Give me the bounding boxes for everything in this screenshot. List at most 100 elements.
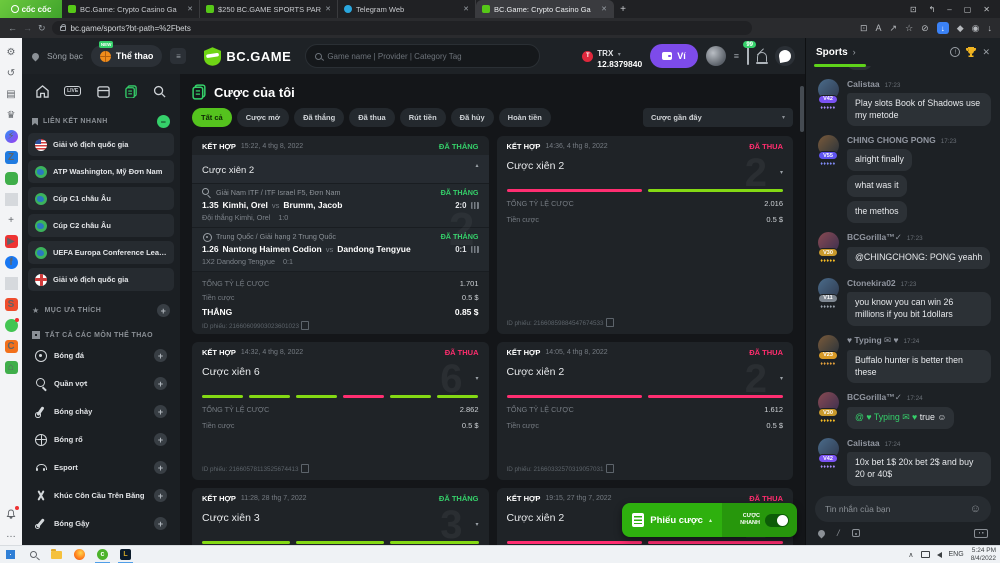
bookmark-star-icon[interactable]: ☆ — [905, 23, 913, 34]
filter-pill[interactable]: Hoàn tiền — [499, 108, 551, 127]
shopee-icon[interactable]: S — [5, 298, 18, 311]
window-maximize-button[interactable]: ▢ — [964, 5, 972, 14]
sport-item[interactable]: Bóng chày + — [28, 400, 174, 423]
chat-username[interactable]: Calistaa — [847, 438, 880, 448]
bet-leg[interactable]: Giải Nam ITF / ITF Israel F5, Đơn Nam ĐÃ… — [192, 184, 489, 228]
game-search[interactable] — [305, 44, 540, 68]
adblock-shield-icon[interactable]: ⊘ — [921, 23, 929, 34]
back-icon[interactable]: ← — [8, 23, 17, 33]
sport-item[interactable]: Bóng rổ + — [28, 428, 174, 451]
extension-icon[interactable]: ◆ — [957, 23, 964, 34]
header-menu-button[interactable]: ≡ — [170, 48, 186, 64]
tab-close-icon[interactable]: ✕ — [187, 5, 193, 13]
bet-leg[interactable]: Trung Quốc / Giải hạng 2 Trung Quốc ĐÃ T… — [192, 228, 489, 272]
chevron-right-icon[interactable]: › — [853, 47, 856, 57]
expand-card-icon[interactable]: ▾ — [780, 169, 783, 176]
quick-link-item[interactable]: ATP Washington, Mỹ Đơn Nam — [28, 160, 174, 183]
balance-selector[interactable]: T TRX ▾ 12.8379840 — [582, 43, 642, 70]
settings-icon[interactable]: ⚙ — [5, 46, 18, 59]
search-sports-icon[interactable] — [153, 85, 166, 98]
expand-card-icon[interactable]: ▾ — [475, 375, 478, 382]
chat-username[interactable]: BCGorilla™✓ — [847, 392, 902, 403]
live-icon[interactable]: LIVE — [64, 86, 81, 96]
bet-card[interactable]: KẾT HỢP 14:36, 4 thg 8, 2022 ĐÃ THUA Cượ… — [497, 136, 794, 334]
expand-sport-button[interactable]: + — [154, 377, 167, 390]
profile-icon[interactable]: ◉ — [972, 23, 980, 34]
chat-room-name[interactable]: Sports — [816, 47, 848, 58]
filter-pill[interactable]: Đã hủy — [451, 108, 494, 127]
tab-close-icon[interactable]: ✕ — [463, 5, 469, 13]
chat-app-icon[interactable] — [5, 319, 18, 332]
tab-search-icon[interactable]: ⊡ — [910, 5, 917, 14]
language-indicator[interactable]: ENG — [949, 551, 964, 558]
notifications-bell-icon[interactable] — [5, 507, 18, 520]
quick-link-item[interactable]: Cúp C1 châu Âu — [28, 187, 174, 210]
translate-icon[interactable]: A — [876, 23, 882, 33]
volume-icon[interactable] — [937, 552, 942, 558]
search-input[interactable] — [327, 52, 530, 61]
tab-close-icon[interactable]: ✕ — [601, 5, 607, 13]
expand-sport-button[interactable]: + — [154, 405, 167, 418]
window-close-button[interactable]: ✕ — [983, 5, 990, 14]
add-favorite-button[interactable]: + — [157, 304, 170, 317]
expand-sport-button[interactable]: + — [154, 489, 167, 502]
firefox-icon[interactable] — [73, 548, 86, 561]
coccoc-taskbar-icon[interactable]: c — [96, 548, 109, 561]
tray-chevron-icon[interactable]: ∧ — [908, 551, 913, 559]
bet-card[interactable]: KẾT HỢP 14:05, 4 thg 8, 2022 ĐÃ THUA Cượ… — [497, 342, 794, 480]
dice-icon[interactable] — [852, 529, 860, 537]
chat-input-row[interactable]: ☺ — [815, 496, 991, 522]
share-icon[interactable]: ↗ — [890, 23, 898, 34]
chat-username[interactable]: ♥ Typing ✉ ♥ — [847, 335, 899, 346]
copy-icon[interactable] — [608, 466, 614, 473]
filter-pill[interactable]: Đã thắng — [294, 108, 344, 127]
expand-card-icon[interactable]: ▾ — [780, 375, 783, 382]
cart-app-icon[interactable]: C — [5, 340, 18, 353]
trophy-icon[interactable] — [965, 46, 977, 58]
add-app-icon[interactable]: + — [5, 214, 18, 227]
lock-icon[interactable] — [60, 26, 66, 31]
downloads-tray-icon[interactable]: ↓ — [988, 23, 993, 33]
expand-sport-button[interactable]: + — [154, 517, 167, 530]
chat-username[interactable]: CHING CHONG PONG — [847, 135, 936, 145]
schedule-icon[interactable] — [97, 85, 110, 98]
inbox-button[interactable]: 99 — [747, 47, 749, 65]
commands-icon[interactable]: / — [837, 528, 840, 538]
chat-username[interactable]: Ctonekira02 — [847, 278, 896, 288]
taskbar-clock[interactable]: 5:24 PM 8/4/2022 — [971, 547, 996, 562]
messenger-icon[interactable]: ⚡ — [5, 130, 18, 143]
my-bets-icon[interactable] — [125, 85, 138, 98]
url-text[interactable]: bc.game/sports?bt-path=%2Fbets — [71, 24, 191, 33]
scrollbar-thumb[interactable] — [800, 86, 804, 132]
more-options-icon[interactable]: … — [5, 528, 18, 541]
expand-sport-button[interactable]: + — [154, 349, 167, 362]
chat-username[interactable]: Calistaa — [847, 79, 880, 89]
browser-tab[interactable]: $250 BC.GAME SPORTS PAR ✕ — [200, 0, 338, 18]
bet-card[interactable]: KẾT HỢP 14:32, 4 thg 8, 2022 ĐÃ THUA Cượ… — [192, 342, 489, 480]
reload-icon[interactable]: ↻ — [38, 23, 46, 34]
gamepad-icon[interactable] — [5, 172, 18, 185]
home-icon[interactable] — [36, 85, 49, 98]
window-minimize-button[interactable]: – — [947, 5, 951, 14]
chat-rules-icon[interactable]: ! — [950, 47, 960, 57]
tab-close-icon[interactable]: ✕ — [325, 5, 331, 13]
emoji-icon[interactable]: ☺ — [970, 503, 981, 515]
filter-pill[interactable]: Tất cả — [192, 108, 232, 127]
copy-icon[interactable] — [608, 320, 614, 327]
copy-icon[interactable] — [303, 466, 309, 473]
bell-icon[interactable] — [757, 52, 767, 62]
expand-card-icon[interactable]: ▾ — [475, 521, 478, 528]
taskbar-search-icon[interactable] — [27, 548, 40, 561]
browser-tab[interactable]: BC.Game: Crypto Casino Ga ✕ — [62, 0, 200, 18]
quick-link-item[interactable]: Giải vô địch quốc gia — [28, 268, 174, 291]
sports-mode-toggle[interactable]: NEW Thể thao — [91, 45, 163, 67]
account-menu-icon[interactable]: ≡ — [734, 51, 739, 61]
forward-icon[interactable]: → — [23, 23, 32, 33]
league-client-icon[interactable]: L — [119, 548, 132, 561]
wallet-button[interactable]: Ví — [650, 44, 698, 68]
chat-username[interactable]: BCGorilla™✓ — [847, 232, 902, 243]
sidebar-toggle-icon[interactable]: ↰ — [929, 5, 936, 14]
quick-bet-toggle[interactable] — [765, 514, 789, 527]
bcgame-logo[interactable]: BC.GAME — [204, 47, 291, 66]
store-app-icon[interactable]: ⌂ — [5, 361, 18, 374]
